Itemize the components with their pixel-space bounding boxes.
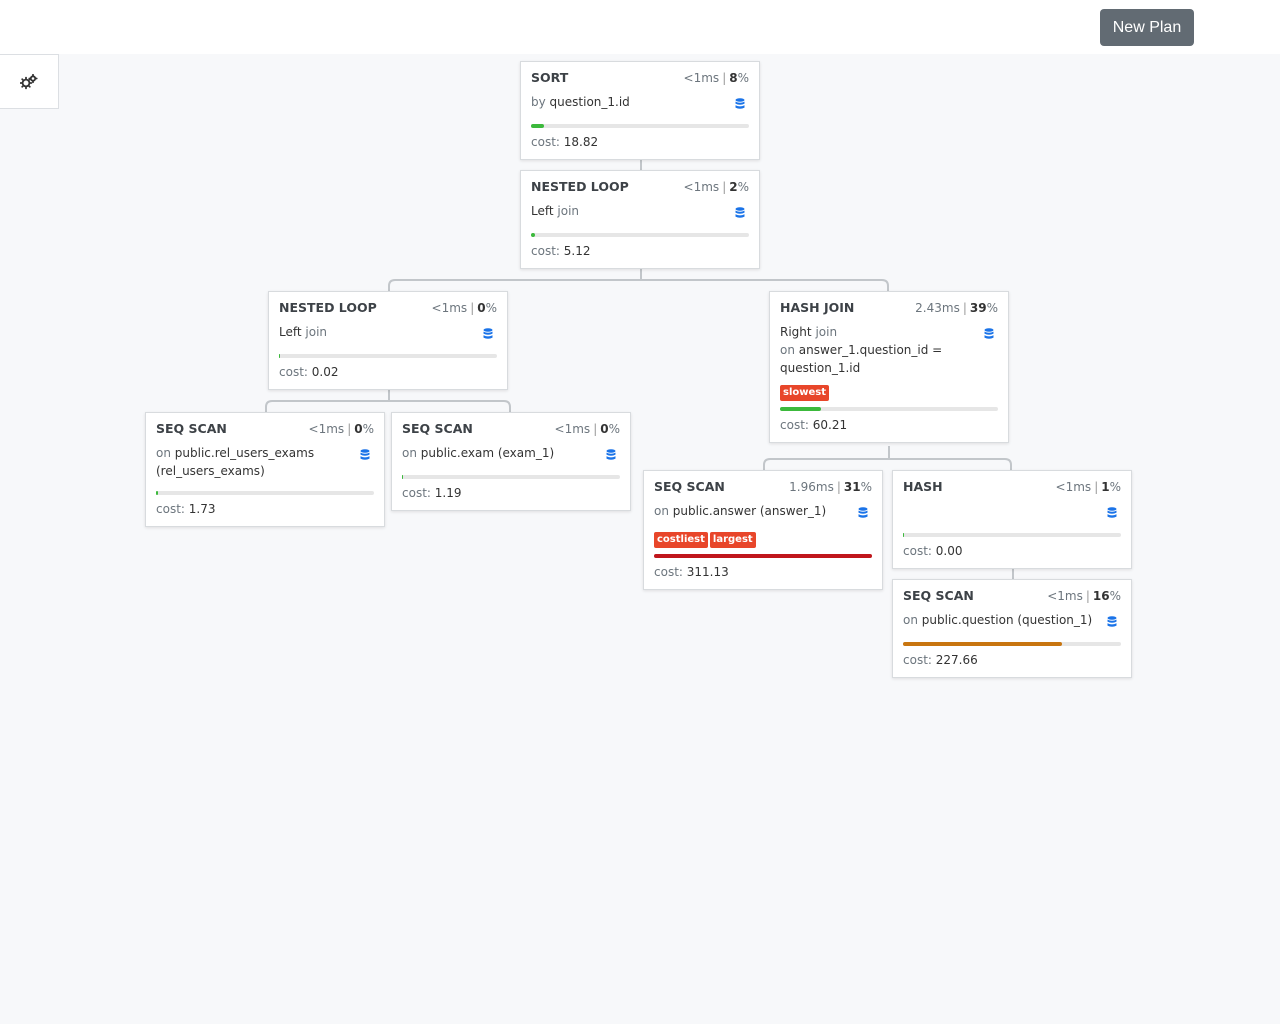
cost-bar-fill xyxy=(903,642,1063,646)
plan-node-hash-join[interactable]: HASH JOIN 2.43ms | 39% Right join on answe… xyxy=(769,291,1009,443)
cost-bar-fill xyxy=(531,124,545,128)
database-icon[interactable] xyxy=(606,448,616,466)
cost-bar-fill xyxy=(156,491,159,495)
plan-node-nested-loop[interactable]: NESTED LOOP <1ms | 2% Left join cost: 5.12 xyxy=(520,170,760,269)
cost-bar-fill xyxy=(531,233,536,237)
node-type: NESTED LOOP xyxy=(531,179,629,194)
node-type: SEQ SCAN xyxy=(903,588,974,603)
node-timing: <1ms | 0% xyxy=(554,422,620,436)
node-cost: cost: 18.82 xyxy=(531,135,599,149)
node-type: SEQ SCAN xyxy=(402,421,473,436)
cost-bar-fill xyxy=(654,554,872,558)
database-icon[interactable] xyxy=(735,206,745,224)
node-type: SEQ SCAN xyxy=(156,421,227,436)
plan-node-seq-scan[interactable]: SEQ SCAN <1ms | 0% on public.rel_users_exa… xyxy=(145,412,385,527)
node-timing: <1ms | 2% xyxy=(683,180,749,194)
costliest-badge: costliest xyxy=(654,532,708,548)
node-detail: on public.question (question_1) xyxy=(903,611,1121,629)
node-timing: <1ms | 8% xyxy=(683,71,749,85)
node-timing: 1.96ms | 31% xyxy=(789,480,872,494)
cost-bar xyxy=(531,233,749,237)
node-type: HASH xyxy=(903,479,943,494)
cost-bar-fill xyxy=(402,475,404,479)
database-icon[interactable] xyxy=(483,327,493,345)
node-cost: cost: 5.12 xyxy=(531,244,591,258)
node-cost: cost: 311.13 xyxy=(654,565,729,579)
database-icon[interactable] xyxy=(858,506,868,524)
node-cost: cost: 0.02 xyxy=(279,365,339,379)
plan-node-hash[interactable]: HASH <1ms | 1% cost: 0.00 xyxy=(892,470,1132,569)
node-detail: Left join xyxy=(279,323,497,341)
cost-bar xyxy=(780,407,998,411)
node-type: HASH JOIN xyxy=(780,300,855,315)
plan-node-seq-scan[interactable]: SEQ SCAN <1ms | 0% on public.exam (exam_1)… xyxy=(391,412,631,511)
node-tags: costliest largest xyxy=(654,529,872,548)
node-type: SEQ SCAN xyxy=(654,479,725,494)
node-type: NESTED LOOP xyxy=(279,300,377,315)
node-detail: on public.answer (answer_1) xyxy=(654,502,872,520)
plan-node-sort[interactable]: SORT <1ms | 8% by question_1.id cost: 18.8… xyxy=(520,61,760,160)
node-cost: cost: 60.21 xyxy=(780,418,848,432)
node-detail: by question_1.id xyxy=(531,93,749,111)
node-timing: <1ms | 16% xyxy=(1047,589,1121,603)
node-detail: Left join xyxy=(531,202,749,220)
database-icon[interactable] xyxy=(1107,615,1117,633)
cost-bar xyxy=(903,642,1121,646)
node-timing: <1ms | 1% xyxy=(1055,480,1121,494)
cost-bar xyxy=(279,354,497,358)
slowest-badge: slowest xyxy=(780,385,830,401)
node-cost: cost: 227.66 xyxy=(903,653,978,667)
node-cost: cost: 1.19 xyxy=(402,486,462,500)
node-detail: on public.rel_users_exams (rel_users_exa… xyxy=(156,444,374,480)
cost-bar-fill xyxy=(780,407,822,411)
node-detail: Right join on answer_1.question_id = que… xyxy=(780,323,998,377)
node-timing: <1ms | 0% xyxy=(308,422,374,436)
cost-bar xyxy=(903,533,1121,537)
node-cost: cost: 0.00 xyxy=(903,544,963,558)
node-type: SORT xyxy=(531,70,569,85)
node-cost: cost: 1.73 xyxy=(156,502,216,516)
node-detail xyxy=(903,502,1121,520)
cost-bar xyxy=(402,475,620,479)
database-icon[interactable] xyxy=(735,97,745,115)
plan-node-nested-loop[interactable]: NESTED LOOP <1ms | 0% Left join cost: 0.02 xyxy=(268,291,508,390)
database-icon[interactable] xyxy=(360,448,370,466)
cost-bar-fill xyxy=(279,354,281,358)
cost-bar xyxy=(531,124,749,128)
node-detail: on public.exam (exam_1) xyxy=(402,444,620,462)
node-timing: <1ms | 0% xyxy=(431,301,497,315)
cost-bar-fill xyxy=(903,533,905,537)
database-icon[interactable] xyxy=(1107,506,1117,524)
node-tags: slowest xyxy=(780,382,998,401)
largest-badge: largest xyxy=(709,532,756,548)
plan-node-seq-scan[interactable]: SEQ SCAN <1ms | 16% on public.question (qu… xyxy=(892,579,1132,678)
database-icon[interactable] xyxy=(984,327,994,345)
cost-bar xyxy=(654,554,872,558)
plan-node-seq-scan[interactable]: SEQ SCAN 1.96ms | 31% on public.answer (an… xyxy=(643,470,883,590)
cost-bar xyxy=(156,491,374,495)
node-timing: 2.43ms | 39% xyxy=(915,301,998,315)
